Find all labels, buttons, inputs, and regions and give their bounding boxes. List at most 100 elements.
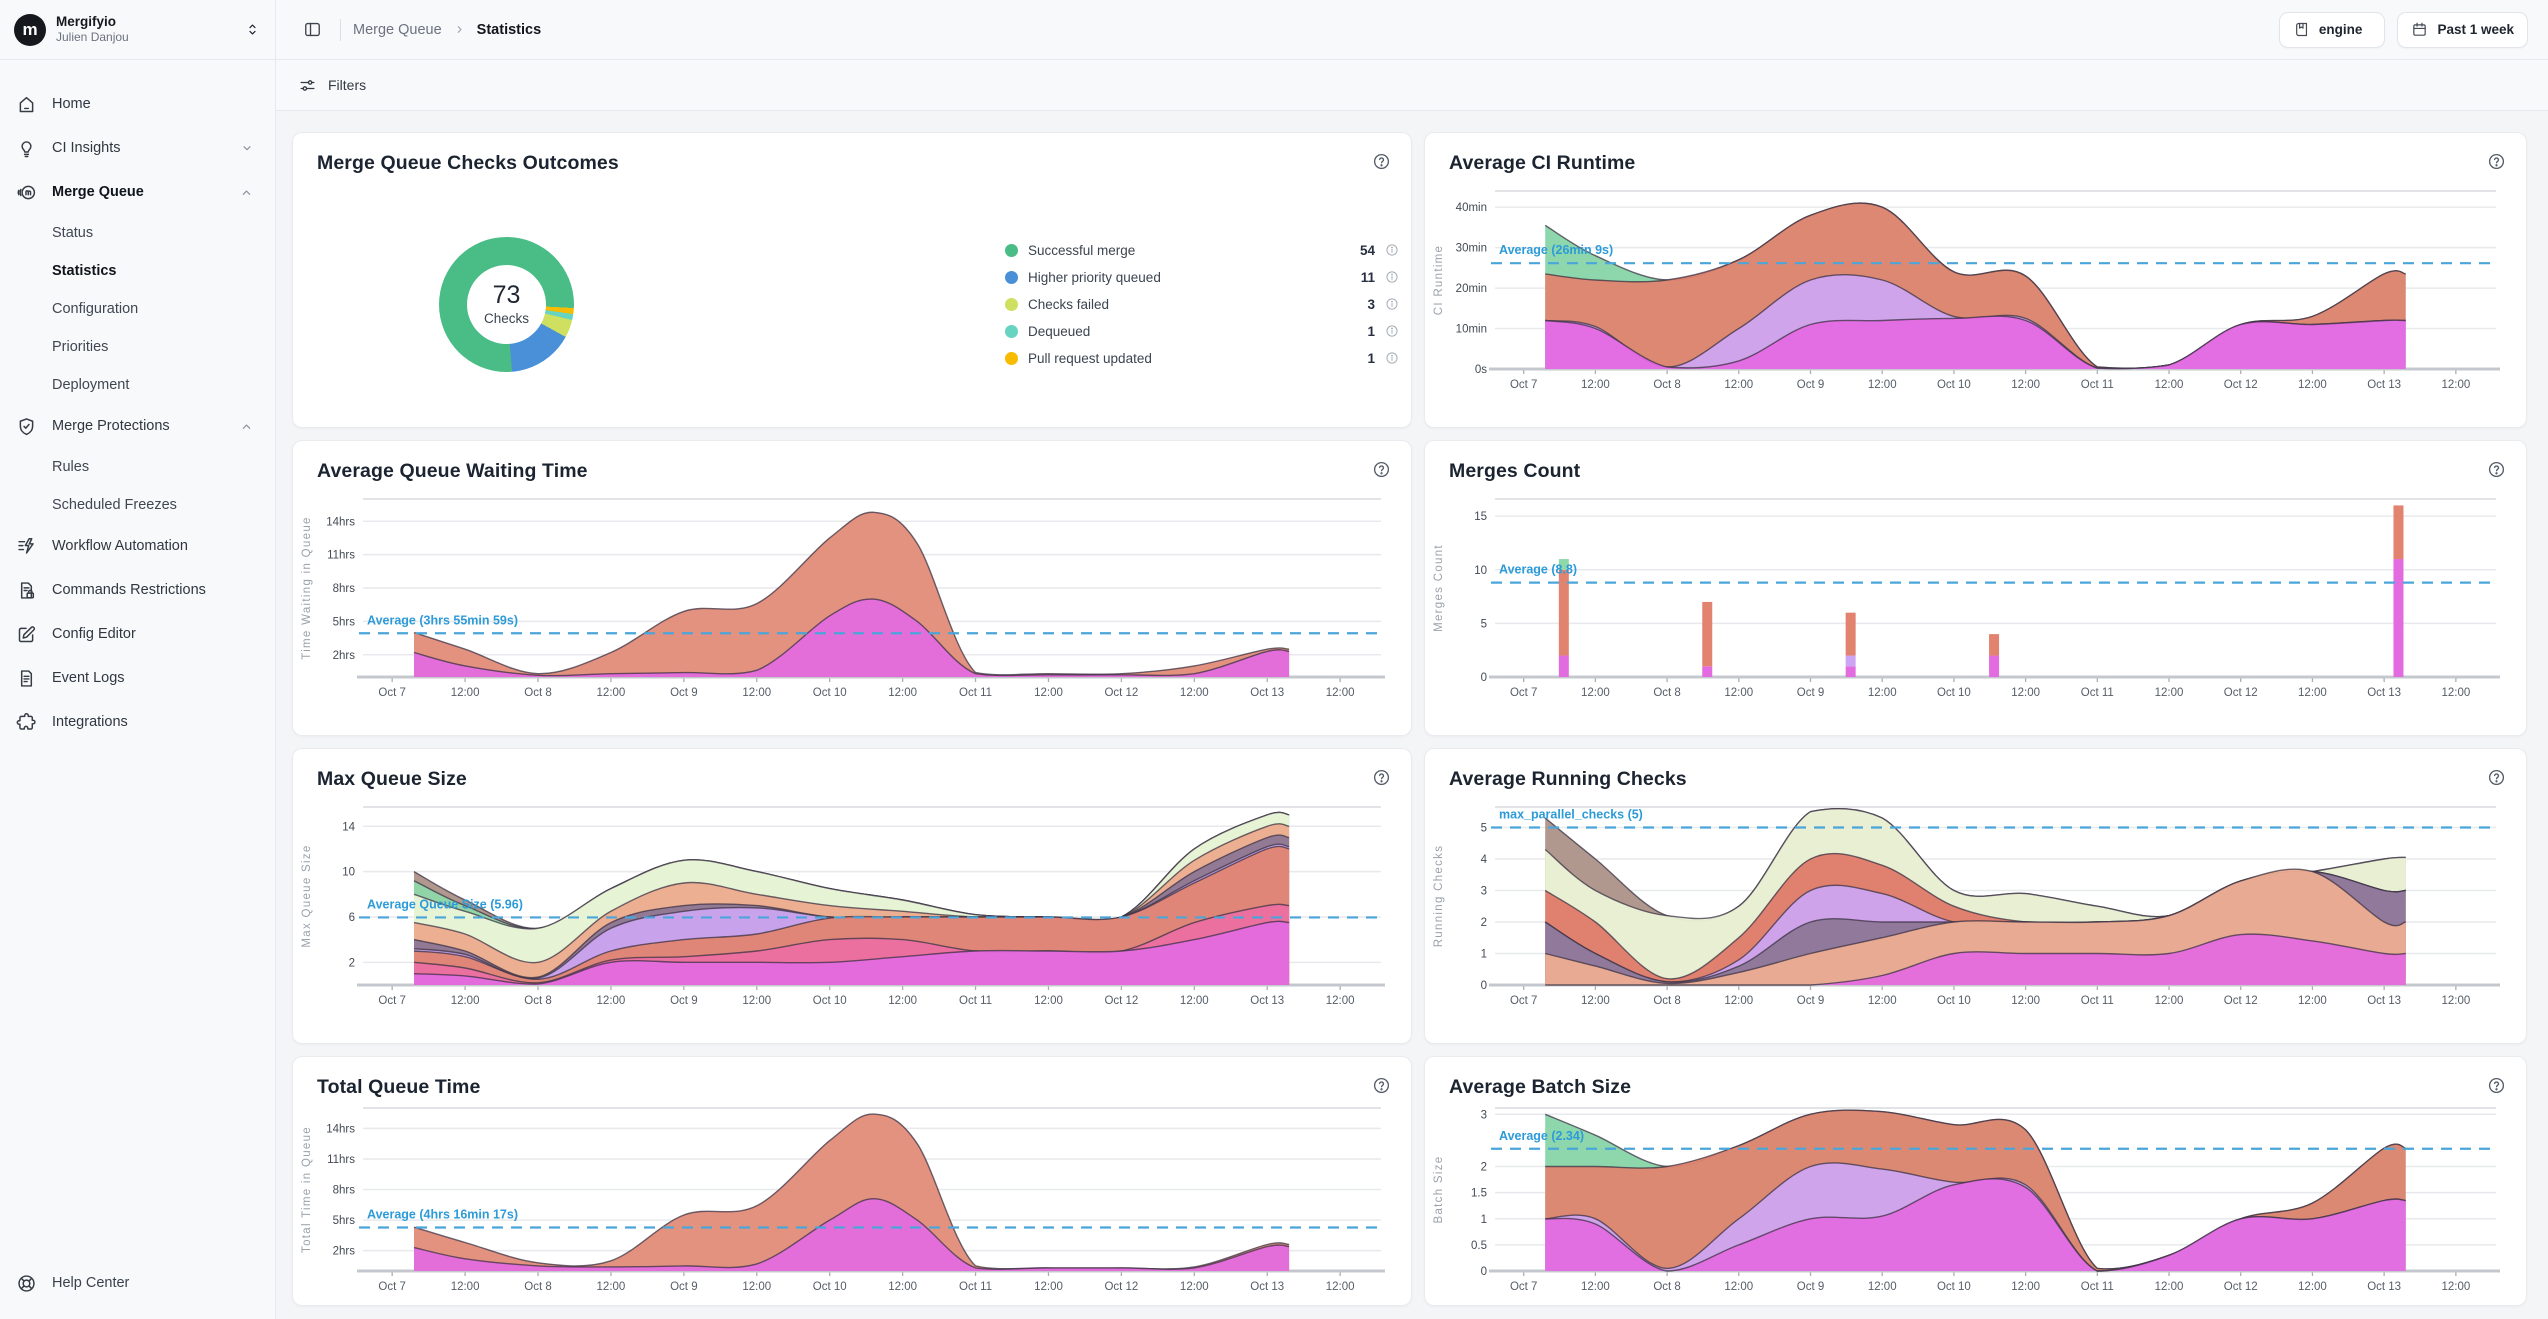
svg-text:2: 2 bbox=[1481, 1162, 1487, 1174]
svg-text:12:00: 12:00 bbox=[1581, 687, 1610, 699]
breadcrumb-merge-queue[interactable]: Merge Queue bbox=[353, 22, 442, 38]
help-icon[interactable] bbox=[1372, 152, 1391, 176]
svg-text:Oct 13: Oct 13 bbox=[2367, 1281, 2401, 1293]
sidebar-item-integrations[interactable]: Integrations bbox=[12, 700, 263, 744]
svg-text:2hrs: 2hrs bbox=[333, 650, 356, 662]
sidebar-item-priorities[interactable]: Priorities bbox=[12, 328, 263, 366]
help-icon[interactable] bbox=[1372, 460, 1391, 484]
bar-segment bbox=[2393, 559, 2403, 677]
breadcrumb-statistics: Statistics bbox=[477, 22, 541, 38]
svg-text:Oct 7: Oct 7 bbox=[1510, 379, 1537, 391]
card-title: Average Batch Size bbox=[1449, 1076, 1631, 1099]
sidebar-item-label: Merge Protections bbox=[52, 418, 170, 434]
max-queue-chart: 261014Oct 712:00Oct 812:00Oct 912:00Oct … bbox=[293, 795, 1411, 1044]
bar-segment bbox=[1846, 666, 1856, 677]
sidebar-item-scheduled-freezes[interactable]: Scheduled Freezes bbox=[12, 486, 263, 524]
y-axis-title: Merges Count bbox=[1433, 544, 1445, 632]
repository-selector[interactable]: engine bbox=[2279, 12, 2386, 48]
sidebar-item-status[interactable]: Status bbox=[12, 214, 263, 252]
sidebar-item-statistics[interactable]: Statistics bbox=[12, 252, 263, 290]
info-icon[interactable] bbox=[1385, 351, 1399, 365]
help-icon[interactable] bbox=[2487, 152, 2506, 176]
sidebar-item-home[interactable]: Home bbox=[12, 82, 263, 126]
legend-item-dequeued[interactable]: Dequeued1 bbox=[1005, 318, 1399, 345]
svg-text:0: 0 bbox=[1481, 672, 1487, 684]
help-icon[interactable] bbox=[1372, 768, 1391, 792]
sidebar-item-event-logs[interactable]: Event Logs bbox=[12, 656, 263, 700]
info-icon[interactable] bbox=[1385, 297, 1399, 311]
legend-label: Dequeued bbox=[1028, 324, 1357, 339]
card-title: Merges Count bbox=[1449, 460, 1580, 483]
sidebar-item-rules[interactable]: Rules bbox=[12, 448, 263, 486]
sidebar-nav: Home CI InsightsMerge QueueStatusStatisti… bbox=[0, 60, 275, 1261]
svg-text:12:00: 12:00 bbox=[2298, 995, 2327, 1007]
svg-text:30min: 30min bbox=[1456, 243, 1487, 255]
svg-text:12:00: 12:00 bbox=[2011, 687, 2040, 699]
bar-segment bbox=[1989, 634, 1999, 655]
sidebar-item-label: Home bbox=[52, 96, 91, 112]
svg-text:12:00: 12:00 bbox=[1326, 1281, 1355, 1293]
filters-label[interactable]: Filters bbox=[328, 77, 366, 93]
legend-dot bbox=[1005, 325, 1018, 338]
info-icon[interactable] bbox=[1385, 243, 1399, 257]
sidebar-item-deployment[interactable]: Deployment bbox=[12, 366, 263, 404]
svg-text:Oct 13: Oct 13 bbox=[2367, 995, 2401, 1007]
legend-item-successful-merge[interactable]: Successful merge54 bbox=[1005, 237, 1399, 264]
svg-text:Oct 13: Oct 13 bbox=[1250, 995, 1284, 1007]
sidebar-item-help-center[interactable]: Help Center bbox=[12, 1261, 263, 1305]
svg-text:Oct 8: Oct 8 bbox=[524, 687, 551, 699]
help-icon[interactable] bbox=[2487, 460, 2506, 484]
lifebuoy-icon bbox=[16, 1273, 37, 1294]
y-axis-title: Batch Size bbox=[1433, 1156, 1445, 1224]
svg-text:12:00: 12:00 bbox=[1868, 379, 1897, 391]
legend-item-higher-priority-queued[interactable]: Higher priority queued11 bbox=[1005, 264, 1399, 291]
edit-icon bbox=[16, 624, 37, 645]
help-icon[interactable] bbox=[2487, 768, 2506, 792]
svg-text:Oct 10: Oct 10 bbox=[1937, 687, 1971, 699]
chart-card-max-queue: Max Queue Size261014Oct 712:00Oct 812:00… bbox=[292, 748, 1412, 1044]
org-switcher[interactable]: m Mergifyio Julien Danjou bbox=[0, 0, 275, 60]
svg-text:12:00: 12:00 bbox=[1724, 1281, 1753, 1293]
svg-text:Oct 7: Oct 7 bbox=[378, 687, 405, 699]
sidebar-item-config-editor[interactable]: Config Editor bbox=[12, 612, 263, 656]
average-label: max_parallel_checks (5) bbox=[1499, 807, 1643, 821]
help-icon[interactable] bbox=[2487, 1076, 2506, 1100]
svg-text:5: 5 bbox=[1481, 618, 1487, 630]
sidebar-item-merge-protections[interactable]: Merge Protections bbox=[12, 404, 263, 448]
sidebar-item-workflow-automation[interactable]: Workflow Automation bbox=[12, 524, 263, 568]
time-range-label: Past 1 week bbox=[2437, 22, 2514, 37]
average-label: Average (3hrs 55min 59s) bbox=[367, 613, 518, 627]
sidebar-item-label: Commands Restrictions bbox=[52, 582, 206, 598]
chevron-up-icon bbox=[238, 184, 255, 201]
info-icon[interactable] bbox=[1385, 324, 1399, 338]
svg-text:1: 1 bbox=[1481, 1214, 1487, 1226]
lightbulb-icon bbox=[16, 138, 37, 159]
svg-text:12:00: 12:00 bbox=[888, 995, 917, 1007]
legend-item-checks-failed[interactable]: Checks failed3 bbox=[1005, 291, 1399, 318]
svg-text:Oct 10: Oct 10 bbox=[1937, 379, 1971, 391]
svg-text:10: 10 bbox=[1474, 565, 1487, 577]
svg-text:12:00: 12:00 bbox=[451, 687, 480, 699]
sidebar-item-ci-insights[interactable]: CI Insights bbox=[12, 126, 263, 170]
sidebar-item-commands-restrictions[interactable]: Commands Restrictions bbox=[12, 568, 263, 612]
legend-value: 3 bbox=[1367, 297, 1375, 312]
svg-text:12:00: 12:00 bbox=[888, 1281, 917, 1293]
running-checks-chart: 012345Oct 712:00Oct 812:00Oct 912:00Oct … bbox=[1425, 795, 2526, 1044]
svg-text:5hrs: 5hrs bbox=[333, 1215, 356, 1227]
sidebar-toggle-button[interactable] bbox=[296, 14, 328, 46]
help-icon[interactable] bbox=[1372, 1076, 1391, 1100]
sidebar-item-merge-queue[interactable]: Merge Queue bbox=[12, 170, 263, 214]
donut-center-value: 73 bbox=[493, 282, 521, 310]
legend-item-pull-request-updated[interactable]: Pull request updated1 bbox=[1005, 345, 1399, 372]
card-title: Total Queue Time bbox=[317, 1076, 480, 1099]
filters-bar: Filters bbox=[276, 60, 2548, 111]
svg-text:Oct 11: Oct 11 bbox=[959, 995, 992, 1007]
time-range-button[interactable]: Past 1 week bbox=[2397, 12, 2528, 48]
sidebar-item-configuration[interactable]: Configuration bbox=[12, 290, 263, 328]
info-icon[interactable] bbox=[1385, 270, 1399, 284]
svg-text:2: 2 bbox=[1481, 917, 1487, 929]
svg-text:12:00: 12:00 bbox=[597, 995, 626, 1007]
svg-text:Oct 9: Oct 9 bbox=[1797, 687, 1824, 699]
shield-check-icon bbox=[16, 416, 37, 437]
svg-text:Oct 8: Oct 8 bbox=[1653, 687, 1680, 699]
